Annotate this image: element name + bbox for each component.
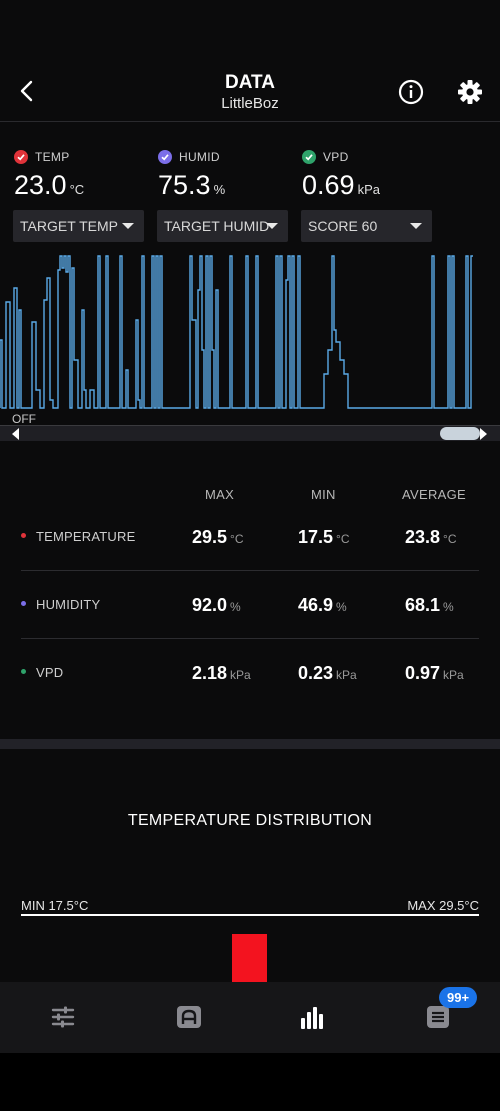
stat-average: 0.97 [405,663,441,683]
stats-row-vpd: VPD 2.18 kPa 0.23 kPa 0.97 kPa [21,639,479,707]
header: DATA LittleBoz [0,60,500,122]
screen: DATA LittleBoz TEMP 23.0 °C HUMID 75.3 %… [0,0,500,1111]
device-name: LittleBoz [221,95,279,112]
stat-min: 46.9 [298,595,334,615]
reading-unit: °C [69,182,85,197]
distribution-title: TEMPERATURE DISTRIBUTION [127,812,373,829]
scroll-thumb[interactable] [440,427,480,440]
caret-down-icon [122,223,134,229]
stat-unit: kPa [230,668,251,682]
dropdown-label: TARGET HUMID [164,218,270,234]
stat-name: TEMPERATURE [36,529,136,544]
reading-vpd[interactable]: VPD 0.69 kPa [302,150,380,201]
vpd-dot-icon [21,669,26,675]
stat-name: HUMIDITY [36,597,101,612]
reading-humid[interactable]: HUMID 75.3% [158,150,225,201]
caret-down-icon [266,223,278,229]
stat-unit: °C [443,532,457,546]
stat-unit: °C [230,532,244,546]
caret-down-icon [410,223,422,229]
stats-row-humidity: HUMIDITY 92.0% 46.9% 68.1% [21,571,479,639]
stat-average: 68.1 [405,595,441,615]
reading-value: 0.69 [302,170,355,200]
stat-max: 92.0 [192,595,228,615]
bottom-nav [0,982,500,1053]
stat-unit: °C [336,532,350,546]
chart-scrollbar[interactable] [0,426,500,441]
distribution-min-label: MIN 17.5°C [21,898,89,913]
nav-controls[interactable] [48,1002,78,1032]
reading-temp[interactable]: TEMP 23.0 °C [14,150,84,201]
app: DATA LittleBoz TEMP 23.0 °C HUMID 75.3 %… [0,0,500,1053]
reading-label: HUMID [179,150,220,164]
nav-data[interactable] [298,1002,328,1032]
dropdown-label: SCORE 60 [308,218,378,234]
stat-min: 17.5 [298,527,334,547]
stat-unit: % [443,600,454,614]
chart-off-label: OFF [12,412,36,426]
auto-mode-icon [177,1006,201,1028]
section-divider [0,739,500,749]
stats-header-average: AVERAGE [402,487,466,502]
humidity-dot-icon [21,601,26,607]
info-button[interactable] [398,79,424,105]
stat-min: 0.23 [298,663,334,683]
notification-badge: 99+ [439,987,478,1008]
check-icon [14,150,28,164]
stats-header-min: MIN [311,487,336,502]
reading-value: 23.0 [14,170,67,200]
page-title: DATA [225,72,275,93]
stat-unit: kPa [336,668,357,682]
distribution-axis [21,914,479,916]
distribution-max-label: MAX 29.5°C [407,898,479,913]
chart-series-line [0,255,473,409]
history-chart[interactable] [0,250,500,430]
stats-row-temperature: TEMPERATURE 29.5 °C 17.5 °C 23.8 °C [21,503,479,571]
info-icon [398,79,424,105]
reading-unit: % [213,182,226,197]
stat-name: VPD [36,665,64,680]
stat-unit: % [230,600,241,614]
stat-average: 23.8 [405,527,441,547]
stats-header-max: MAX [205,487,235,502]
score-dropdown[interactable]: SCORE 60 [301,210,432,242]
target-temp-dropdown[interactable]: TARGET TEMP [13,210,144,242]
check-icon [158,150,172,164]
stat-unit: % [336,600,347,614]
distribution-bar [232,934,267,982]
scroll-left-icon[interactable] [12,428,19,440]
stat-max: 2.18 [192,663,228,683]
nav-auto-mode[interactable] [174,1002,204,1032]
reading-label: TEMP [35,150,70,164]
reading-label: VPD [323,150,349,164]
check-icon [302,150,316,164]
bar-chart-icon [301,1007,323,1029]
gear-icon [458,80,482,104]
stat-unit: kPa [443,668,464,682]
sliders-icon [51,1006,75,1028]
settings-button[interactable] [456,78,484,106]
stat-max: 29.5 [192,527,228,547]
reading-value: 75.3 [158,170,211,200]
dropdown-label: TARGET TEMP [20,218,119,234]
reading-unit: kPa [357,182,380,197]
scroll-right-icon[interactable] [480,428,487,440]
target-humid-dropdown[interactable]: TARGET HUMID [157,210,288,242]
temperature-dot-icon [21,533,26,539]
